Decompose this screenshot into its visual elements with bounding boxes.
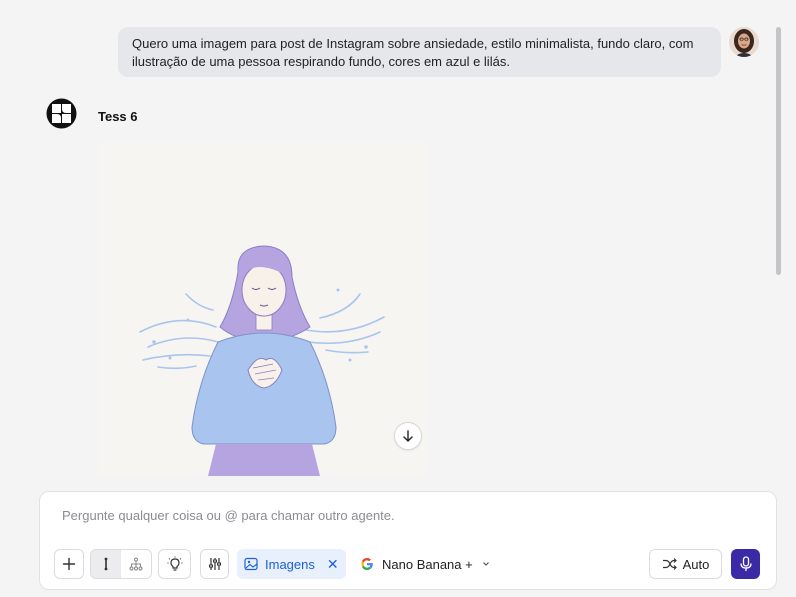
images-chip-label: Imagens — [265, 556, 315, 572]
scrollbar[interactable] — [776, 27, 781, 275]
model-label: Nano Banana + — [382, 556, 473, 572]
agent-logo-icon — [45, 97, 78, 130]
bar-icon — [104, 557, 108, 571]
add-button[interactable] — [54, 549, 84, 579]
user-message-bubble: Quero uma imagem para post de Instagram … — [118, 27, 721, 77]
user-avatar[interactable] — [729, 27, 759, 57]
lightbulb-icon — [167, 556, 182, 571]
mode-tree-button[interactable] — [121, 550, 151, 578]
ideas-button[interactable] — [158, 549, 191, 579]
message-input[interactable]: Pergunte qualquer coisa ou @ para chamar… — [62, 508, 395, 523]
tree-icon — [129, 557, 143, 571]
auto-label: Auto — [682, 556, 710, 572]
images-chip[interactable]: Imagens ✕ — [237, 549, 346, 579]
user-message-text: Quero uma imagem para post de Instagram … — [132, 36, 694, 69]
agent-name: Tess 6 — [98, 109, 138, 124]
google-icon — [361, 558, 373, 570]
download-button[interactable] — [394, 422, 422, 450]
composer: Pergunte qualquer coisa ou @ para chamar… — [39, 491, 777, 590]
model-selector[interactable]: Nano Banana + — [360, 549, 491, 579]
generated-image[interactable] — [98, 142, 426, 476]
mode-toggle — [90, 549, 152, 579]
image-icon — [244, 557, 258, 571]
chat-area: Quero uma imagem para post de Instagram … — [0, 0, 796, 597]
shuffle-icon — [662, 558, 677, 570]
arrow-down-icon — [403, 430, 413, 442]
mic-icon — [739, 556, 752, 571]
settings-button[interactable] — [200, 549, 229, 579]
auto-button[interactable]: Auto — [649, 549, 722, 579]
close-icon[interactable]: ✕ — [327, 556, 339, 573]
chevron-down-icon — [482, 562, 489, 566]
plus-icon — [62, 557, 76, 571]
sliders-icon — [208, 558, 221, 570]
mic-button[interactable] — [731, 549, 760, 579]
mode-single-button[interactable] — [91, 550, 121, 578]
